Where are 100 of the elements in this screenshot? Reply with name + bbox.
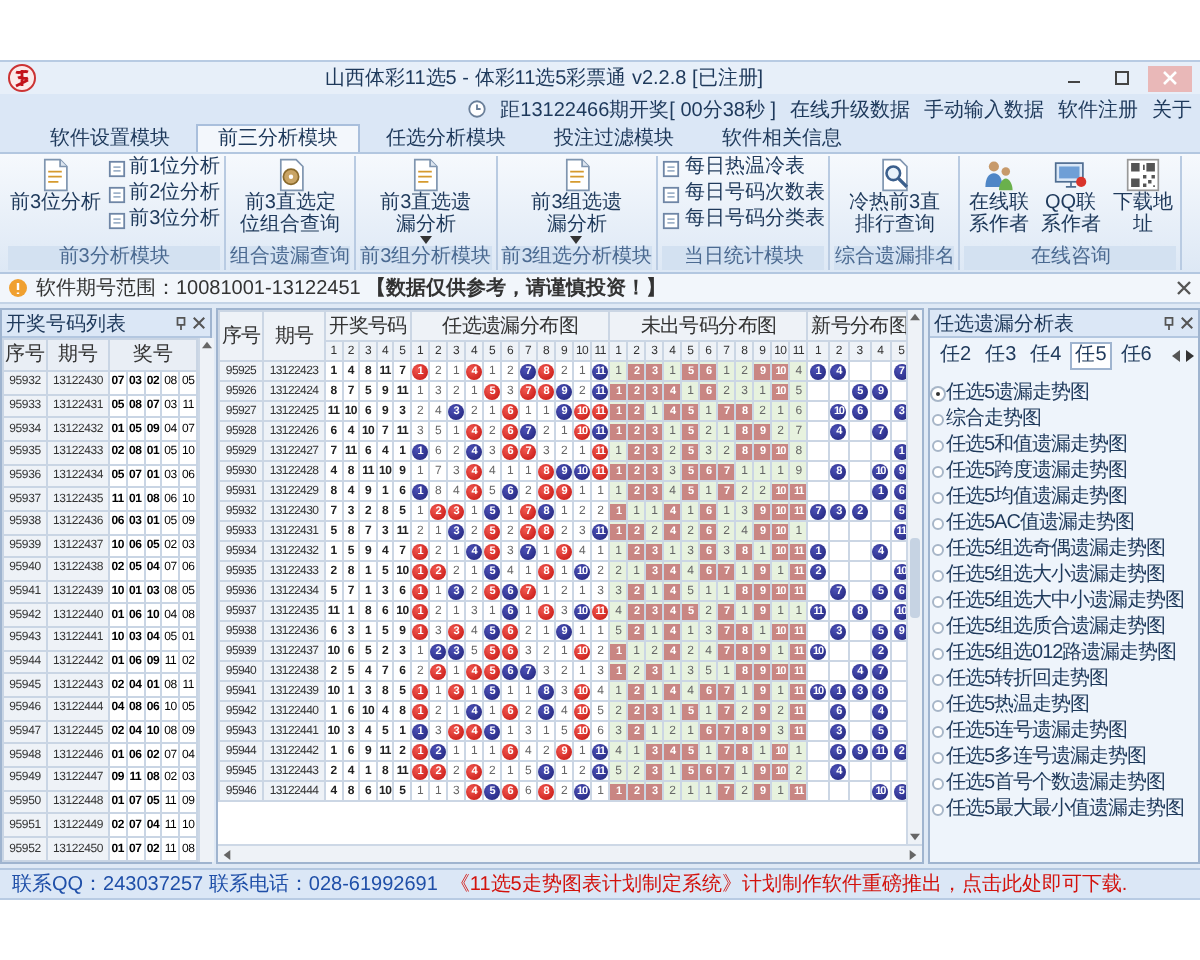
download-link[interactable]: 《11选5走势图表计划制定系统》计划制作软件重磅推出，点击此处即可下载. [449,870,1128,898]
tab[interactable]: 任2 [934,342,978,370]
page-icon [107,211,126,229]
group-label: 综合遗漏排名 [834,246,955,270]
chart-option[interactable]: 任选5组选012路遗漏走势图 [932,642,1196,666]
menu-link[interactable]: 关于 [1152,95,1192,123]
menu-tab[interactable]: 任选分析模块 [364,124,528,152]
ribbon-button[interactable]: 前3直选遗漏分析 [369,156,482,246]
maximize-icon [1114,70,1130,86]
scrollbar[interactable] [906,310,922,844]
radio-button[interactable] [932,414,944,426]
chart-option[interactable]: 任选5热温走势图 [932,694,1196,718]
radio-button[interactable] [932,518,944,530]
page-icon [662,211,681,229]
radio-button[interactable] [932,700,944,712]
ribbon-button[interactable]: 每日热温冷表 [662,156,825,180]
group-label: 当日统计模块 [662,246,825,270]
radio-button[interactable] [932,648,944,660]
tab[interactable]: 任5 [1069,342,1113,370]
chart-option[interactable]: 任选5最大最小值遗漏走势图 [932,798,1196,822]
scroll-left-icon[interactable] [1172,350,1182,362]
ribbon-button[interactable]: QQ联系作者 [1036,156,1105,238]
chart-option[interactable]: 任选5组选质合遗漏走势图 [932,616,1196,640]
ribbon-button[interactable]: 前3位分析 [8,156,104,216]
menu-tab[interactable]: 前三分析模块 [196,124,360,152]
close-icon[interactable] [192,316,206,330]
scroll-up-icon[interactable] [202,340,213,350]
pin-icon[interactable] [174,316,188,330]
group-label: 前3组选分析模块 [501,246,653,270]
radio-button[interactable] [932,440,944,452]
contact-text: 联系QQ：243037257 联系电话：028-61992691 [12,871,438,898]
page-icon [107,185,126,203]
ribbon-button[interactable]: 前2位分析 [107,182,221,206]
chart-option[interactable]: 任选5组选奇偶遗漏走势图 [932,538,1196,562]
scrollbar[interactable] [198,338,215,862]
ribbon-button[interactable]: 前3位分析 [107,208,221,232]
chart-option[interactable]: 任选5多连号遗漏走势图 [932,746,1196,770]
radio-button[interactable] [932,622,944,634]
scroll-up-icon[interactable] [910,312,920,322]
tab[interactable]: 任4 [1024,342,1068,370]
chart-option[interactable]: 任选5跨度遗漏走势图 [932,460,1196,484]
close-icon [1162,70,1178,86]
ribbon-button[interactable]: 在线联系作者 [964,156,1033,238]
chart-option[interactable]: 任选5首号个数遗漏走势图 [932,772,1196,796]
column-header: 序号 [3,339,47,371]
menu-tab[interactable]: 软件相关信息 [700,124,864,152]
scroll-left-icon[interactable] [222,849,232,859]
page-icon [662,159,681,177]
menu-link[interactable]: 在线升级数据 [790,95,910,123]
menu-tab[interactable]: 软件设置模块 [28,124,192,152]
chart-option[interactable]: 任选5组选大小遗漏走势图 [932,564,1196,588]
scroll-right-icon[interactable] [908,849,918,859]
scroll-right-icon[interactable] [1184,350,1194,362]
chart-option[interactable]: 任选5转折回走势图 [932,668,1196,692]
ribbon-button[interactable]: 前1位分析 [107,156,221,180]
group-label: 在线咨询 [964,246,1177,270]
logo-icon [8,64,36,92]
tab[interactable]: 任3 [979,342,1023,370]
info-icon [8,278,28,298]
chart-option[interactable]: 任选5组选大中小遗漏走势图 [932,590,1196,614]
menu-link[interactable]: 手动输入数据 [924,95,1044,123]
radio-button[interactable] [932,726,944,738]
chart-option[interactable]: 任选5均值遗漏走势图 [932,486,1196,510]
panel-title: 任选遗漏分析表 [934,311,1074,337]
page-icon [662,185,681,203]
chart-option[interactable]: 任选5和值遗漏走势图 [932,434,1196,458]
countdown-text: 距13122466期开奖[ 00分38秒 ] [500,97,776,123]
column-header: 奖号 [109,339,198,371]
ribbon-button[interactable]: 每日号码次数表 [662,182,825,206]
tab[interactable]: 任6 [1114,342,1158,370]
column-header: 期号 [263,311,325,361]
radio-button[interactable] [932,804,944,816]
radio-button[interactable] [932,778,944,790]
clock-icon [468,100,487,118]
menu-link[interactable]: 软件注册 [1058,95,1138,123]
panel-title: 开奖号码列表 [6,311,126,337]
ribbon-button[interactable]: 每日号码分类表 [662,208,825,232]
radio-button[interactable] [932,466,944,478]
scrollbar[interactable] [218,844,922,862]
column-header: 新号分布图 [807,311,906,341]
radio-button[interactable] [932,752,944,764]
close-icon[interactable] [1176,280,1192,296]
radio-button[interactable] [932,596,944,608]
menu-tab[interactable]: 投注过滤模块 [532,124,696,152]
radio-button[interactable] [932,674,944,686]
chart-option[interactable]: 综合走势图 [932,408,1196,432]
radio-button[interactable] [932,544,944,556]
column-header: 开奖号码 [325,311,412,341]
ribbon-button[interactable]: 下载地址 [1108,156,1177,238]
chart-option[interactable]: 任选5连号遗漏走势图 [932,720,1196,744]
radio-button[interactable] [932,492,944,504]
notice-text: 软件期号范围：10081001-13122451 【数据仅供参考，请谨慎投资！】 [36,275,667,302]
close-icon[interactable] [1180,316,1194,330]
radio-button[interactable] [932,570,944,582]
ribbon-button[interactable]: 前3组选遗漏分析 [520,156,633,246]
chart-option[interactable]: 任选5AC值遗漏走势图 [932,512,1196,536]
ribbon-button[interactable]: 冷热前3直排行查询 [838,156,951,238]
pin-icon[interactable] [1162,316,1176,330]
ribbon-button[interactable]: 前3直选定位组合查询 [234,156,347,238]
chart-option[interactable]: 任选5遗漏走势图 [932,382,1196,406]
